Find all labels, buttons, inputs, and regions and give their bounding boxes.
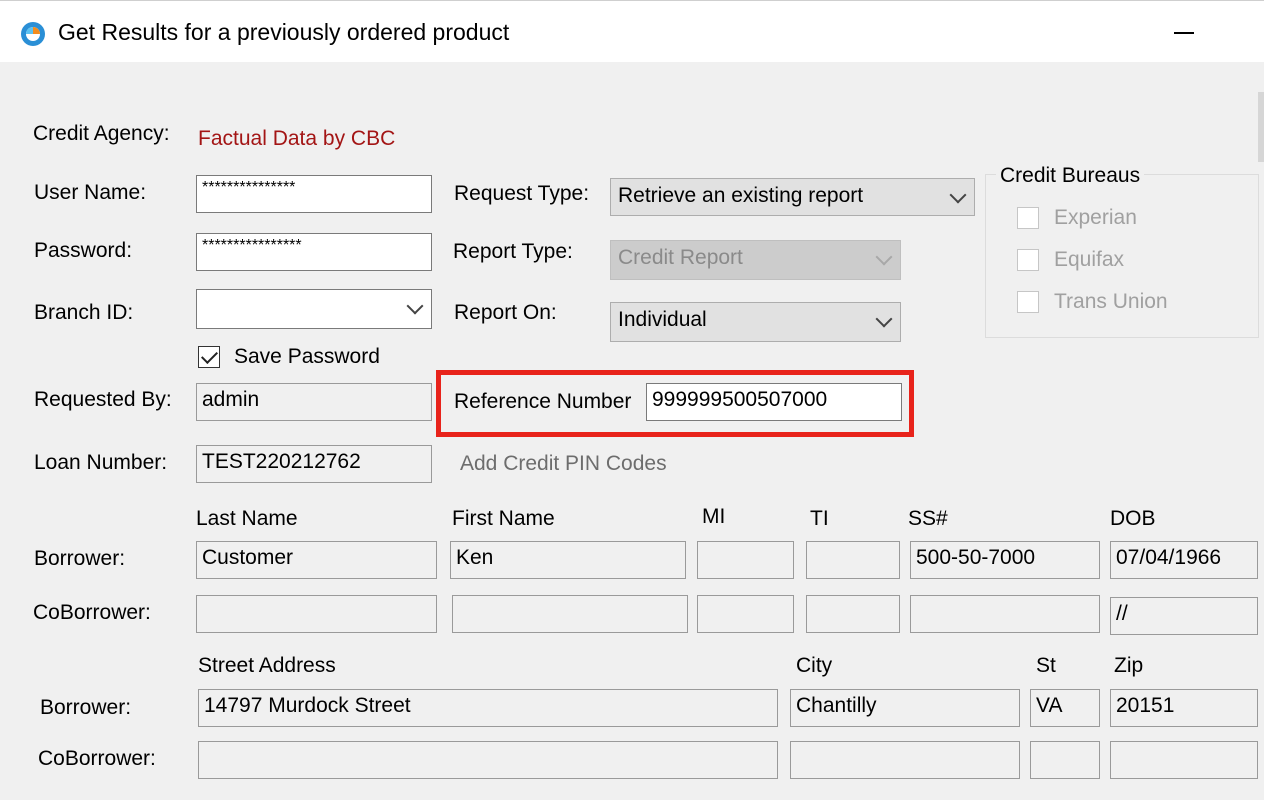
borrower-mi-input[interactable] (697, 541, 794, 579)
borrower-state-input[interactable]: VA (1030, 689, 1100, 727)
requested-by-label: Requested By: (34, 388, 172, 411)
equifax-label: Equifax (1054, 248, 1125, 271)
address-coborrower-label: CoBorrower: (38, 747, 156, 770)
report-type-label: Report Type: (453, 240, 573, 263)
dob-header: DOB (1110, 507, 1156, 530)
zip-header: Zip (1114, 654, 1144, 677)
chevron-down-icon (875, 248, 893, 266)
coborrower-ti-input[interactable] (806, 595, 900, 633)
report-on-dropdown[interactable]: Individual (610, 302, 901, 342)
request-type-value: Retrieve an existing report (618, 184, 864, 207)
credit-bureaus-title: Credit Bureaus (996, 162, 1145, 190)
street-address-header: Street Address (198, 654, 336, 677)
credit-agency-value: Factual Data by CBC (198, 127, 396, 150)
first-name-header: First Name (452, 507, 555, 530)
request-type-label: Request Type: (454, 182, 590, 205)
borrower-street-input[interactable]: 14797 Murdock Street (198, 689, 778, 727)
coborrower-street-input[interactable] (198, 741, 778, 779)
city-header: City (796, 654, 833, 677)
borrower-last-name-input[interactable]: Customer (196, 541, 437, 579)
loan-number-label: Loan Number: (34, 451, 168, 474)
branch-id-label: Branch ID: (34, 301, 134, 324)
ti-header: TI (810, 507, 829, 530)
coborrower-city-input[interactable] (790, 741, 1020, 779)
address-borrower-label: Borrower: (40, 696, 132, 719)
window-title: Get Results for a previously ordered pro… (58, 19, 510, 45)
title-bar: Get Results for a previously ordered pro… (0, 0, 1264, 62)
minimize-button[interactable] (1160, 11, 1208, 53)
request-type-dropdown[interactable]: Retrieve an existing report (610, 178, 975, 216)
trans-union-label: Trans Union (1054, 290, 1168, 313)
chevron-down-icon (875, 310, 893, 328)
borrower-ssn-input[interactable]: 500-50-7000 (910, 541, 1100, 579)
equifax-checkbox[interactable] (1017, 249, 1039, 271)
password-label: Password: (34, 239, 133, 262)
experian-label: Experian (1054, 206, 1137, 229)
coborrower-state-input[interactable] (1030, 741, 1100, 779)
report-type-dropdown[interactable]: Credit Report (610, 240, 901, 280)
credit-agency-label: Credit Agency: (33, 122, 170, 145)
add-credit-pin-codes-link[interactable]: Add Credit PIN Codes (460, 450, 667, 478)
borrower-dob-input[interactable]: 07/04/1966 (1110, 541, 1258, 579)
chevron-down-icon (949, 186, 967, 204)
app-logo-icon (21, 22, 45, 46)
coborrower-mi-input[interactable] (697, 595, 794, 633)
last-name-header: Last Name (196, 507, 298, 530)
coborrower-first-name-input[interactable] (452, 595, 688, 633)
reference-number-label: Reference Number (454, 390, 632, 413)
coborrower-last-name-input[interactable] (196, 595, 437, 633)
state-header: St (1036, 654, 1056, 677)
save-password-label: Save Password (234, 345, 380, 368)
coborrower-dob-input[interactable]: // (1110, 597, 1258, 635)
chevron-down-icon (406, 297, 424, 315)
report-on-value: Individual (618, 308, 707, 331)
branch-id-dropdown[interactable] (196, 289, 432, 329)
borrower-first-name-input[interactable]: Ken (450, 541, 686, 579)
report-on-label: Report On: (454, 301, 557, 324)
coborrower-zip-input[interactable] (1110, 741, 1258, 779)
report-type-value: Credit Report (618, 246, 743, 269)
coborrower-label: CoBorrower: (33, 601, 151, 624)
mi-header: MI (702, 505, 726, 528)
password-input[interactable]: **************** (196, 233, 432, 271)
borrower-city-input[interactable]: Chantilly (790, 689, 1020, 727)
requested-by-input[interactable]: admin (196, 383, 432, 421)
borrower-zip-input[interactable]: 20151 (1110, 689, 1258, 727)
borrower-ti-input[interactable] (806, 541, 900, 579)
loan-number-input[interactable]: TEST220212762 (196, 445, 432, 483)
scrollbar[interactable] (1258, 92, 1264, 162)
reference-number-input[interactable]: 999999500507000 (646, 383, 902, 421)
save-password-checkbox[interactable] (198, 346, 220, 368)
trans-union-checkbox[interactable] (1017, 291, 1039, 313)
ssn-header: SS# (908, 507, 948, 530)
experian-checkbox[interactable] (1017, 207, 1039, 229)
user-name-input[interactable]: *************** (196, 175, 432, 213)
checkmark-icon (201, 347, 218, 364)
coborrower-ssn-input[interactable] (910, 595, 1100, 633)
user-name-label: User Name: (34, 181, 147, 204)
borrower-label: Borrower: (34, 547, 126, 570)
